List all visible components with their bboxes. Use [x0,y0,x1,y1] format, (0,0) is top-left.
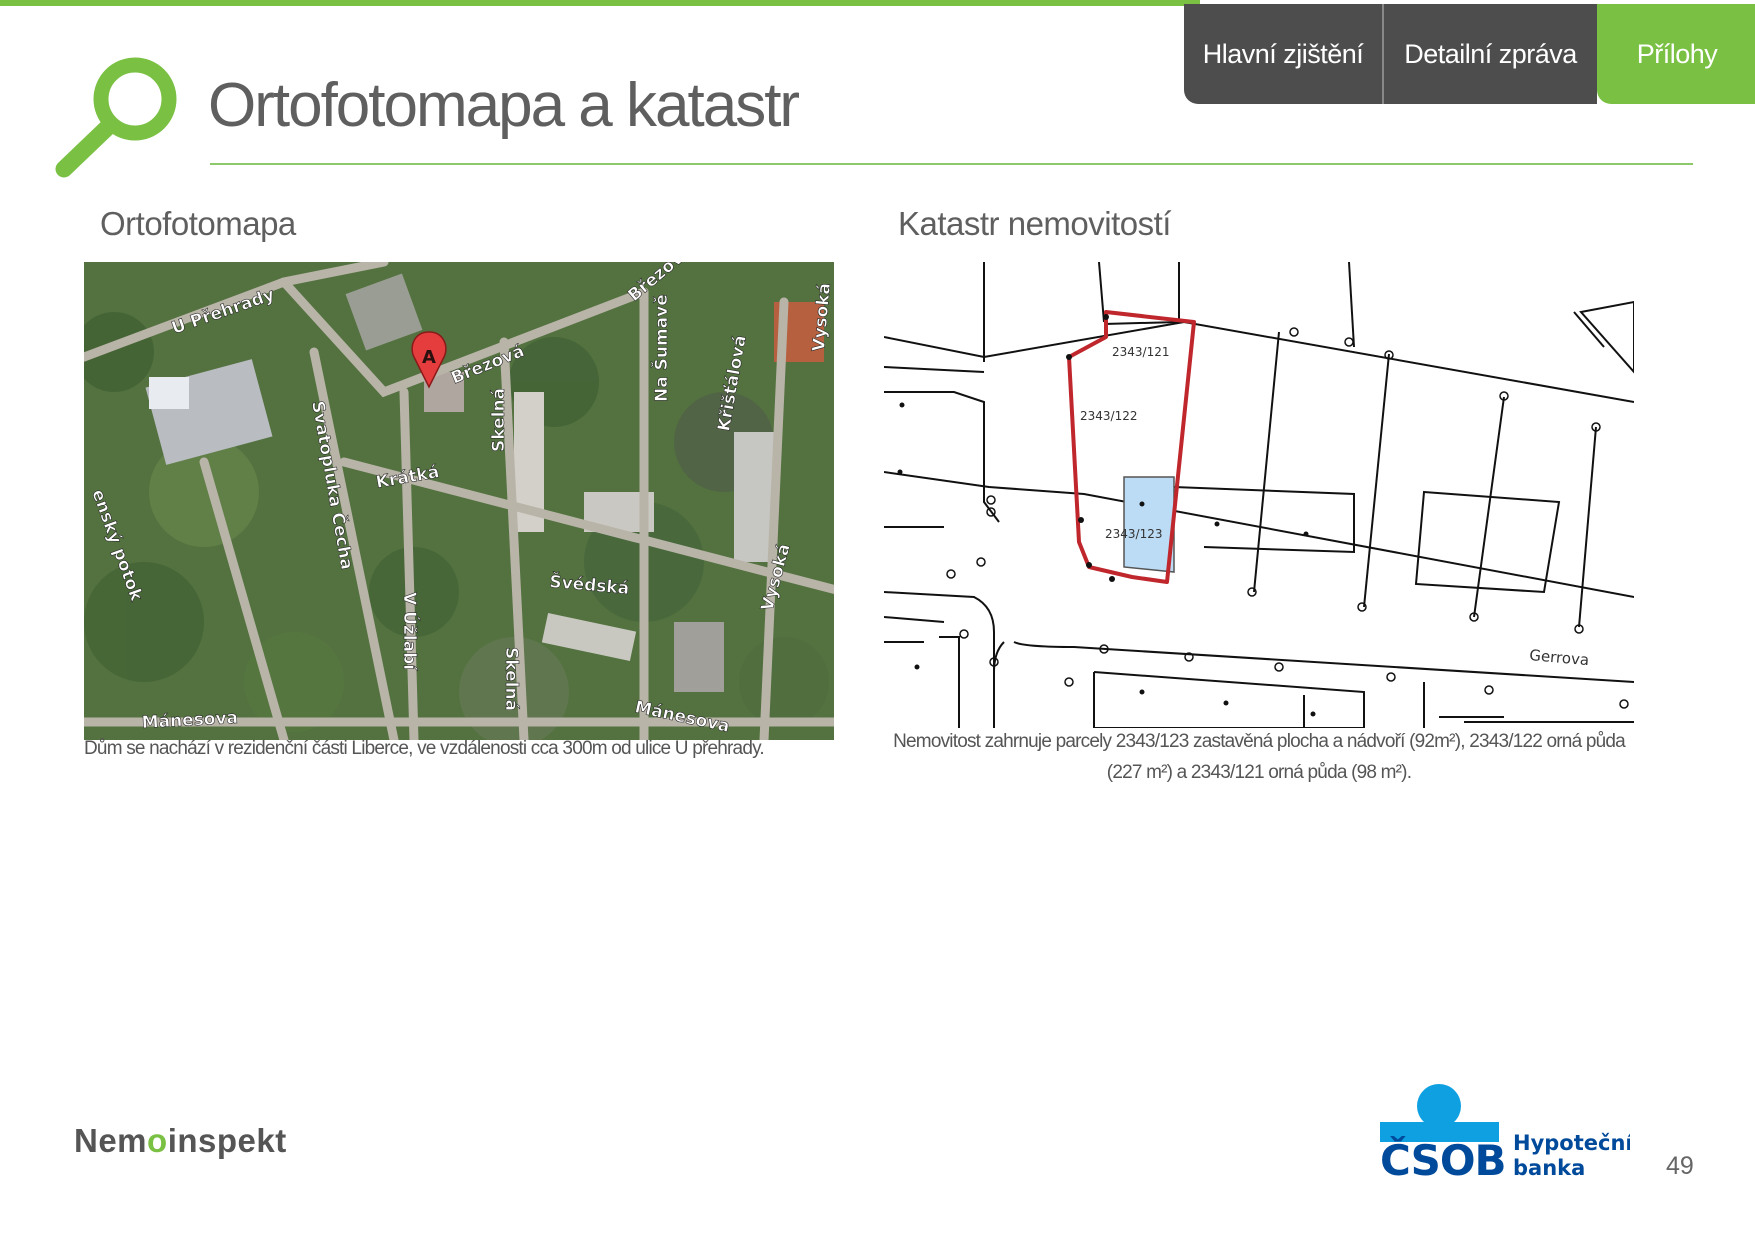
tab-main-findings[interactable]: Hlavní zjištění [1184,4,1382,104]
map-label: Skelná [489,388,509,452]
map-label: V Úžlabí [399,592,421,671]
orthophoto-map: U Přehrady Březová Březová Na Šumavě Kři… [84,262,834,740]
svg-text:A: A [422,347,436,368]
cadastre-section-title: Katastr nemovitostí [898,205,1171,242]
cadastre-caption: Nemovitost zahrnuje parcely 2343/123 zas… [893,731,1626,783]
tab-attachments[interactable]: Přílohy [1597,4,1755,104]
nemoinspekt-logo: Nemoinspekt [74,1122,287,1159]
map-label: Skelná [501,647,521,711]
nav-tabs: Hlavní zjištění Detailní zpráva Přílohy [1184,4,1755,104]
title-divider [210,163,1693,165]
cadastre-map: 2343/121 2343/122 2343/123 Gerrova [884,262,1634,728]
parcel-label-122: 2343/122 [1080,409,1138,423]
svg-text:banka: banka [1513,1156,1585,1180]
magnifier-icon [54,54,184,185]
ortho-section-title: Ortofotomapa [100,205,296,242]
top-accent-bar [0,0,1200,6]
page-number: 49 [1666,1152,1694,1180]
csob-logo: ČSOB Hypoteční banka [1380,1084,1630,1184]
parcel-label-121: 2343/121 [1112,345,1170,359]
parcel-label-123: 2343/123 [1105,527,1163,541]
svg-text:Hypoteční: Hypoteční [1513,1131,1630,1155]
tab-detailed-report[interactable]: Detailní zpráva [1382,4,1597,104]
ortho-caption: Dům se nachází v rezidenční části Liberc… [84,738,765,759]
map-label: Na Šumavě [650,294,672,402]
page-title: Ortofotomapa a katastr [208,71,800,140]
svg-text:ČSOB: ČSOB [1380,1135,1506,1184]
